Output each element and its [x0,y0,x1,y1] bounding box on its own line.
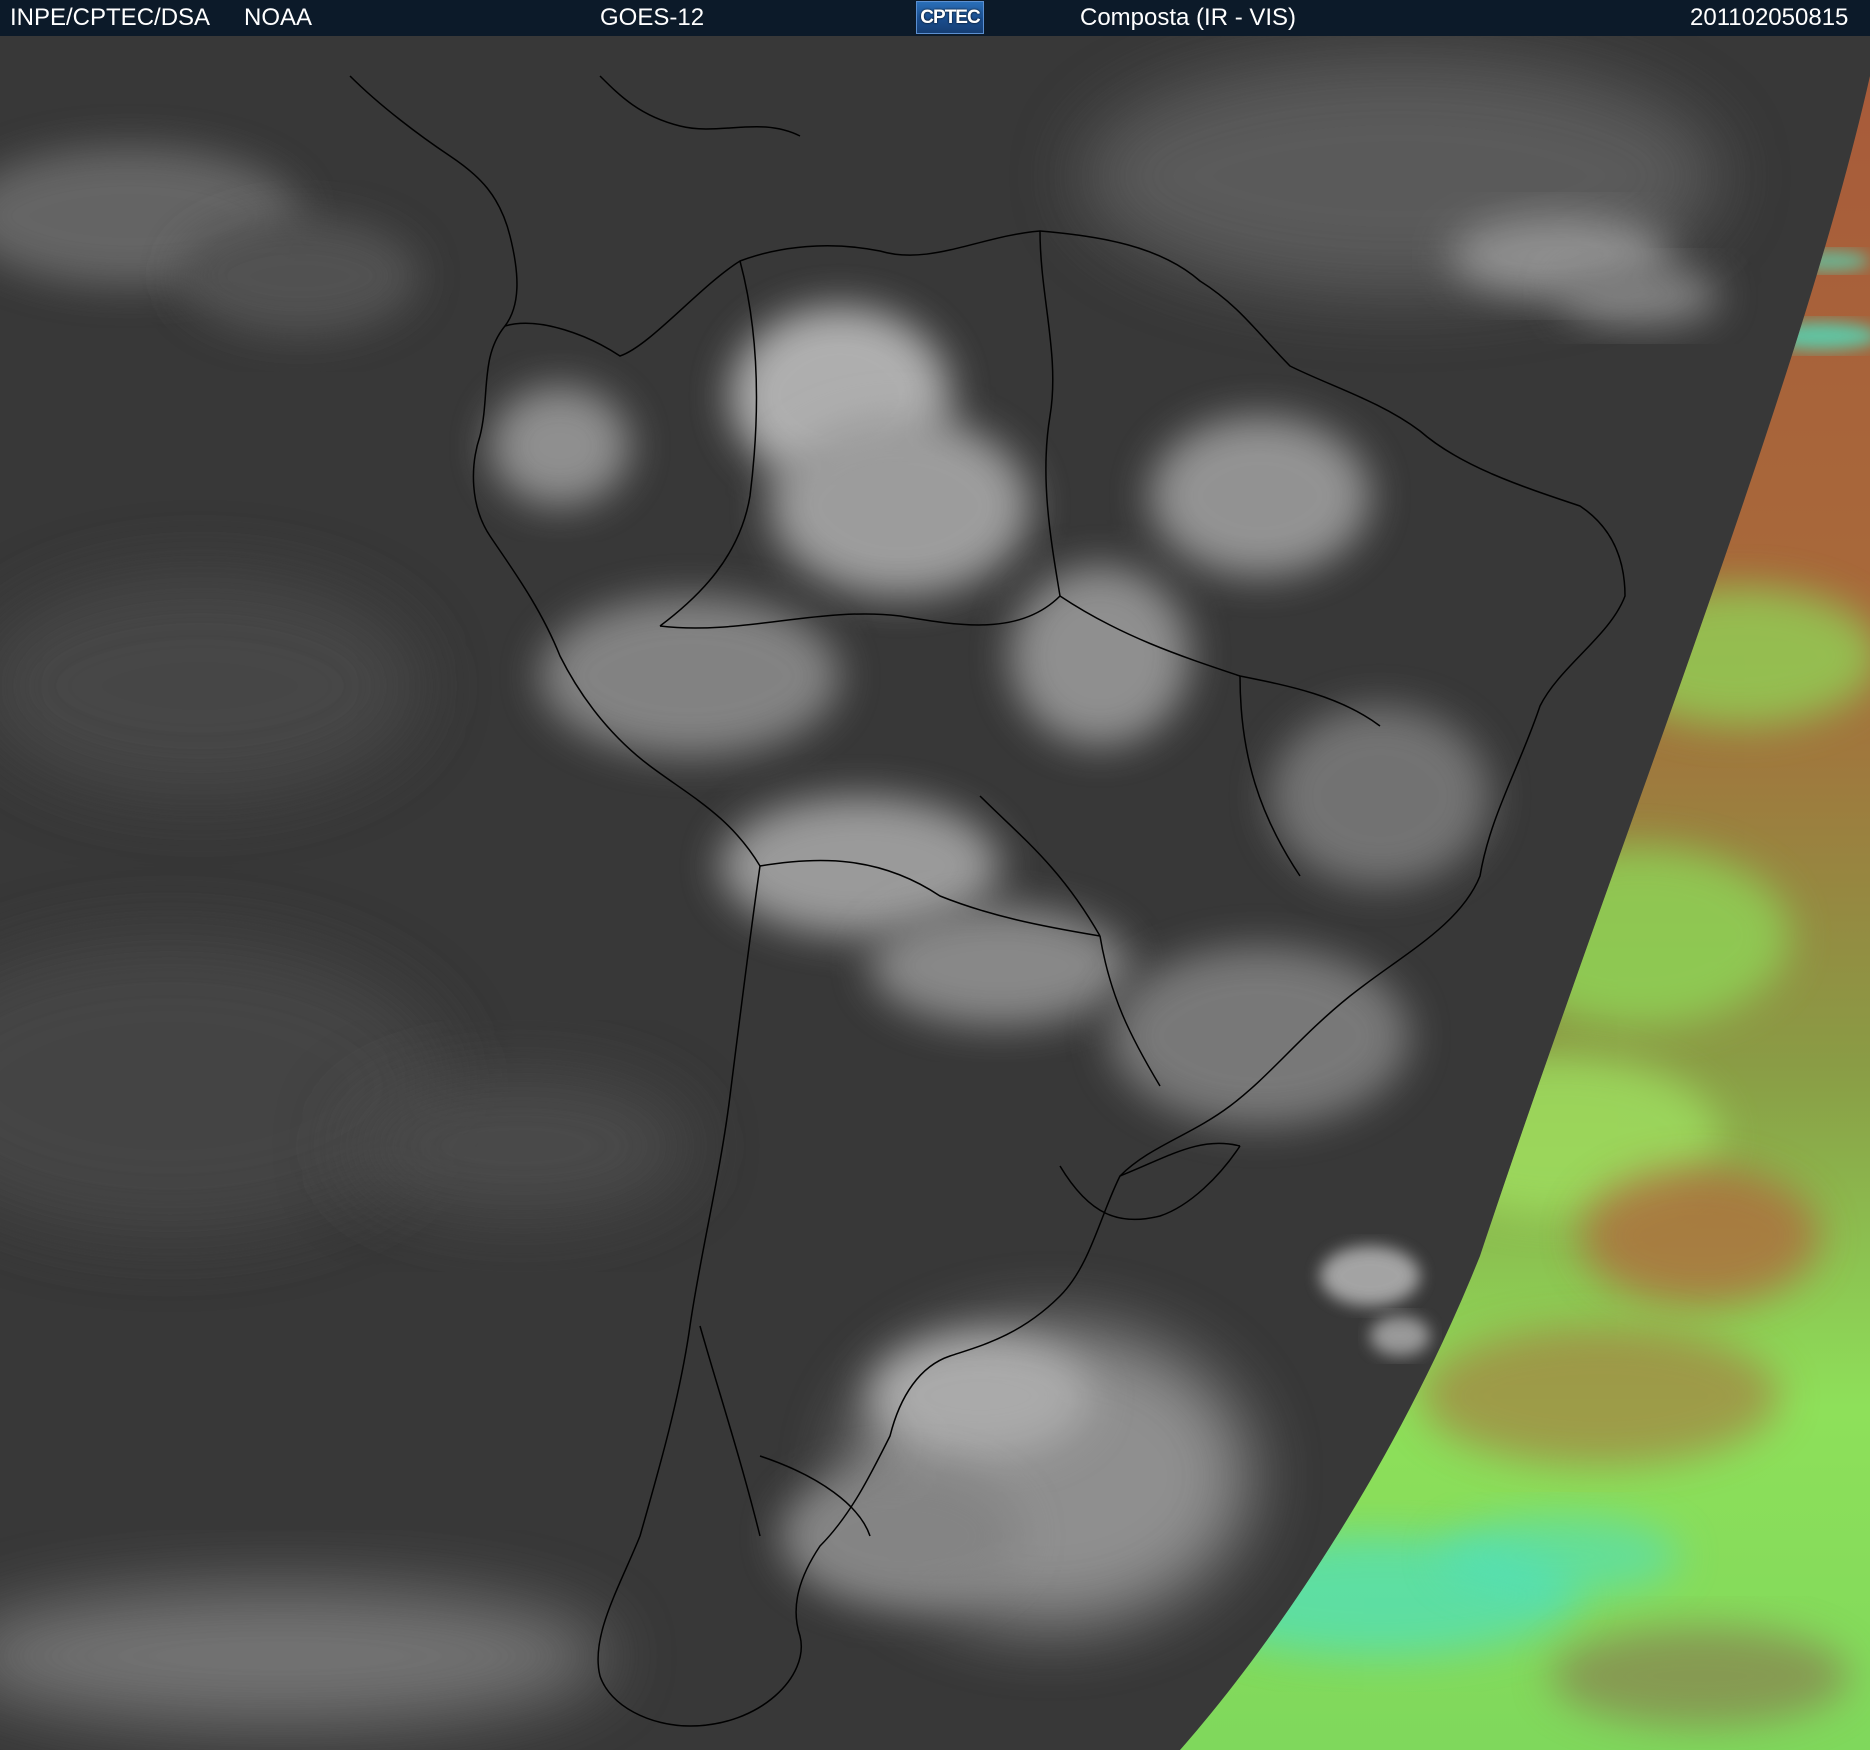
satellite-image [0,36,1870,1750]
agency-label: INPE/CPTEC/DSA [10,4,211,31]
product-label: Composta (IR - VIS) [1080,4,1297,31]
timestamp-label: 201102050815 [1690,4,1849,31]
logo-text: CPTEC [920,6,980,28]
image-header: INPE/CPTEC/DSA NOAA GOES-12 CPTEC Compos… [0,0,1870,37]
source-label: NOAA [244,4,313,31]
cptec-logo: CPTEC [916,1,984,34]
satellite-label: GOES-12 [600,4,705,31]
